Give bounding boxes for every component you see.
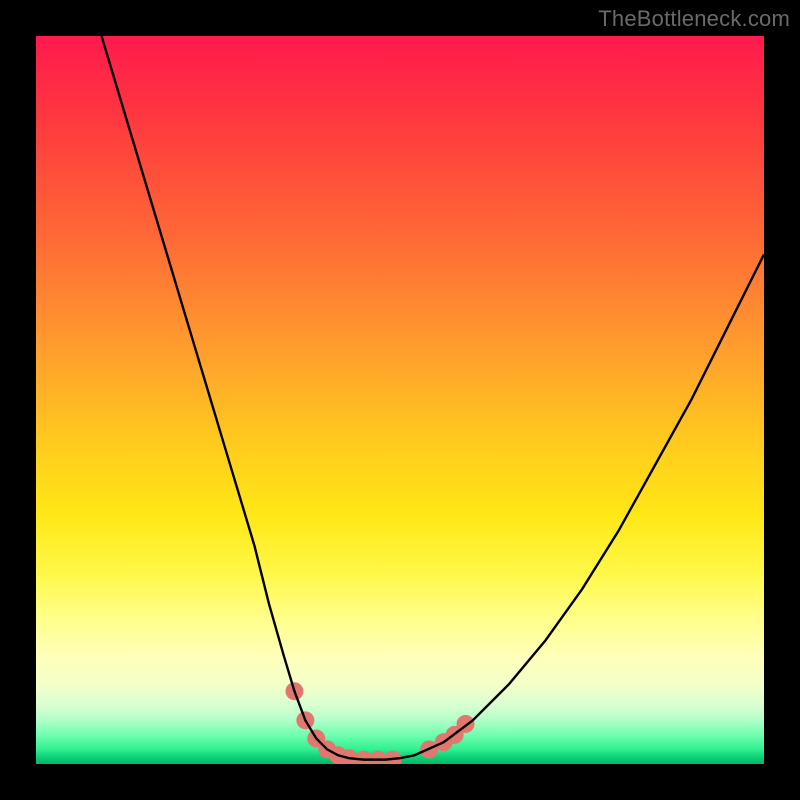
plot-area — [36, 36, 764, 764]
chart-frame: TheBottleneck.com — [0, 0, 800, 800]
watermark-text: TheBottleneck.com — [598, 6, 790, 32]
markers-layer — [285, 682, 474, 764]
plot-svg — [36, 36, 764, 764]
bottleneck-curve — [102, 36, 764, 760]
